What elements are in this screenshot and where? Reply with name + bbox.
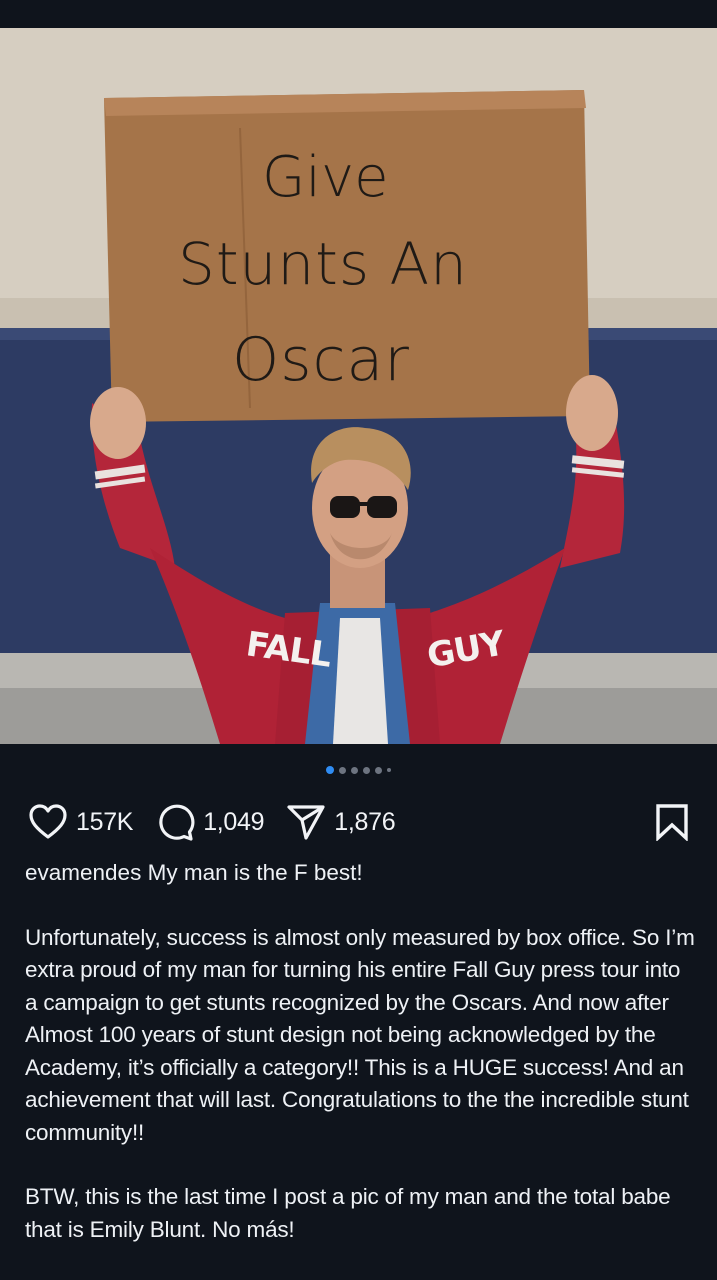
save-button[interactable]	[655, 803, 689, 841]
caption-body-paragraph: Unfortunately, success is almost only me…	[25, 924, 695, 1145]
caption-header: evamendes My man is the F best!	[25, 857, 695, 890]
like-count: 157K	[76, 807, 134, 836]
carousel-dot	[387, 768, 391, 772]
share-icon	[286, 803, 326, 841]
comment-button[interactable]: 1,049	[155, 802, 265, 842]
heart-icon	[28, 803, 68, 841]
post-photo[interactable]: Give Stunts An Oscar FALL GUY	[0, 28, 717, 744]
comment-icon	[155, 802, 195, 842]
carousel-dot-active	[326, 766, 334, 774]
caption-closing-paragraph: BTW, this is the last time I post a pic …	[25, 1184, 671, 1242]
post-screen: Give Stunts An Oscar FALL GUY 157K 1,049…	[0, 0, 717, 1280]
protest-sign: Give Stunts An Oscar	[106, 120, 586, 440]
share-count: 1,876	[334, 807, 396, 836]
caption-username[interactable]: evamendes	[25, 860, 141, 885]
sign-line-2: Stunts An	[178, 230, 468, 298]
comment-count: 1,049	[203, 807, 265, 836]
carousel-dot	[363, 766, 370, 774]
share-button[interactable]: 1,876	[286, 803, 396, 841]
post-actions-bar: 157K 1,049 1,876	[28, 800, 689, 844]
caption-headline: My man is the F best!	[147, 860, 363, 885]
carousel-dot	[375, 766, 382, 774]
like-button[interactable]: 157K	[28, 803, 133, 841]
sign-line-3: Oscar	[232, 325, 410, 395]
post-caption: evamendes My man is the F best! Unfortun…	[25, 857, 695, 1246]
carousel-indicator	[0, 766, 717, 774]
sign-line-1: Give	[262, 145, 389, 210]
bookmark-icon	[655, 803, 689, 841]
carousel-dot	[351, 766, 358, 774]
carousel-dot	[339, 766, 346, 774]
